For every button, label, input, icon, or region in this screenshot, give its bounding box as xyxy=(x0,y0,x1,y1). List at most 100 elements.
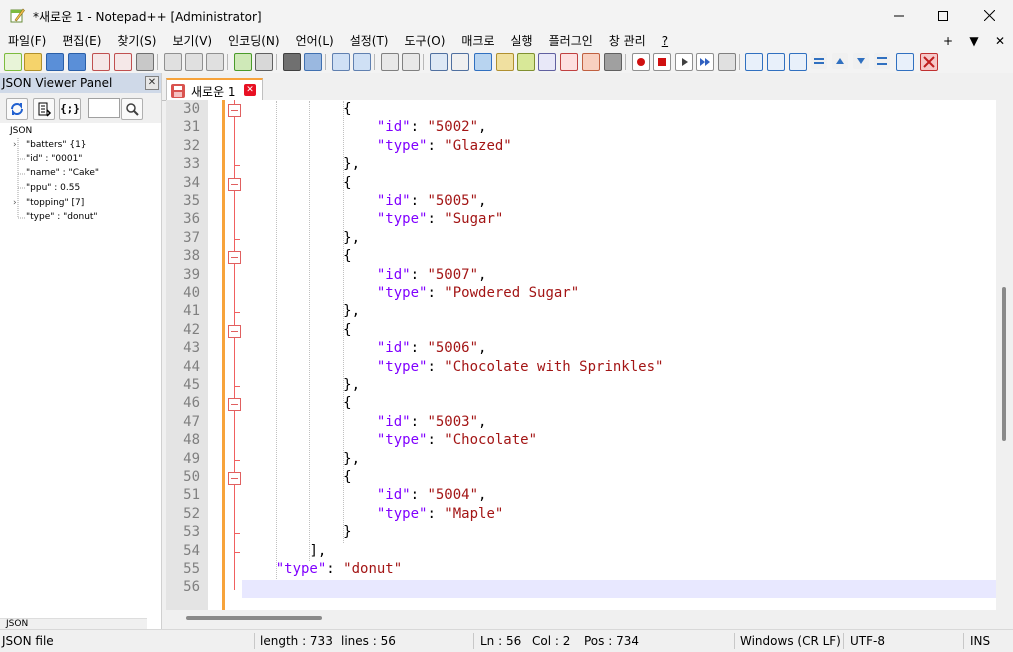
tree-item[interactable]: "topping" [7] xyxy=(26,196,84,210)
line-number: 39 xyxy=(183,266,200,283)
copy-icon[interactable] xyxy=(185,53,203,71)
tree-item[interactable]: "name" : "Cake" xyxy=(26,166,99,180)
menu-settings[interactable]: 설정(T) xyxy=(342,31,397,51)
plugin-icon-5[interactable] xyxy=(874,53,890,69)
tree-item[interactable]: "batters" {1} xyxy=(26,138,87,152)
move-up-icon[interactable] xyxy=(832,53,848,69)
plugin-icon-4[interactable] xyxy=(811,53,827,69)
menu-search[interactable]: 찾기(S) xyxy=(109,31,164,51)
cut-icon[interactable] xyxy=(164,53,182,71)
fold-toggle-icon[interactable] xyxy=(228,324,241,338)
menu-encoding[interactable]: 인코딩(N) xyxy=(220,31,287,51)
line-number: 53 xyxy=(183,524,200,541)
json-punctuation: }, xyxy=(343,303,361,320)
search-icon[interactable] xyxy=(121,98,143,120)
close-button[interactable] xyxy=(966,0,1012,31)
tab-close-button[interactable]: ✕ xyxy=(244,84,256,96)
monitoring-icon[interactable] xyxy=(604,53,622,71)
run-macro-multiple-icon[interactable] xyxy=(696,53,714,71)
show-all-chars-icon[interactable] xyxy=(451,53,469,71)
play-macro-icon[interactable] xyxy=(675,53,693,71)
save-all-icon[interactable] xyxy=(68,53,86,71)
chevron-right-icon[interactable]: › xyxy=(13,198,21,208)
find-icon[interactable] xyxy=(283,53,301,71)
zoom-out-icon[interactable] xyxy=(353,53,371,71)
menu-plugins[interactable]: 플러그인 xyxy=(541,31,601,51)
indent-guide-icon[interactable] xyxy=(474,53,492,71)
tree-item[interactable]: "id" : "0001" xyxy=(26,152,82,166)
fold-toggle-icon[interactable] xyxy=(228,398,241,412)
json-string: "Maple" xyxy=(444,505,504,522)
maximize-button[interactable] xyxy=(920,0,966,31)
panel-close-button[interactable]: ✕ xyxy=(145,76,159,90)
menu-tools[interactable]: 도구(O) xyxy=(397,31,454,51)
print-icon[interactable] xyxy=(136,53,154,71)
horizontal-scroll-thumb[interactable] xyxy=(186,616,322,620)
user-lang-icon[interactable] xyxy=(496,53,514,71)
plugin-icon-1[interactable] xyxy=(745,53,763,71)
fold-toggle-icon[interactable] xyxy=(228,177,241,191)
save-macro-icon[interactable] xyxy=(718,53,736,71)
status-encoding[interactable]: UTF-8 xyxy=(850,634,885,648)
tree-item[interactable]: "type" : "donut" xyxy=(26,210,98,224)
open-file-icon[interactable] xyxy=(24,53,42,71)
plugin-icon-6[interactable] xyxy=(896,53,914,71)
menu-help[interactable]: ? xyxy=(654,31,676,51)
tree-item[interactable]: "ppu" : 0.55 xyxy=(26,181,80,195)
status-eol[interactable]: Windows (CR LF) xyxy=(740,634,841,648)
fold-toggle-icon[interactable] xyxy=(228,104,241,117)
plugin-icon-7[interactable] xyxy=(920,53,938,71)
record-macro-icon[interactable] xyxy=(632,53,650,71)
undo-icon[interactable] xyxy=(234,53,252,71)
tree-root[interactable]: JSON xyxy=(10,124,32,138)
sync-vertical-icon[interactable] xyxy=(381,53,399,71)
braces-icon[interactable]: {;} xyxy=(59,98,81,120)
replace-icon[interactable] xyxy=(304,53,322,71)
status-insert-mode[interactable]: INS xyxy=(970,634,990,648)
close-all-icon[interactable] xyxy=(114,53,132,71)
code-editor[interactable]: 30 31 32 33 34 35 36 37 38 39 40 41 42 43 44 45 46 47 48 49… xyxy=(166,100,996,610)
refresh-icon[interactable] xyxy=(6,98,28,120)
chevron-right-icon[interactable]: › xyxy=(13,140,21,150)
new-tab-button[interactable]: + xyxy=(935,34,961,48)
json-key: "type" xyxy=(376,358,428,375)
paste-icon[interactable] xyxy=(206,53,224,71)
minimize-button[interactable] xyxy=(876,0,922,31)
redo-icon[interactable] xyxy=(255,53,273,71)
new-file-icon[interactable] xyxy=(4,53,22,71)
move-down-icon[interactable] xyxy=(853,53,869,69)
menu-view[interactable]: 보기(V) xyxy=(164,31,220,51)
menu-language[interactable]: 언어(L) xyxy=(288,31,342,51)
close-file-icon[interactable] xyxy=(92,53,110,71)
panel-search-input[interactable] xyxy=(88,98,120,118)
close-doc-button[interactable]: ✕ xyxy=(987,34,1013,48)
fold-toggle-icon[interactable] xyxy=(228,472,241,485)
tab-list-button[interactable]: ▼ xyxy=(961,34,987,48)
menu-run[interactable]: 실행 xyxy=(503,31,541,51)
zoom-in-icon[interactable] xyxy=(332,53,350,71)
json-punctuation: : xyxy=(410,119,428,136)
menu-file[interactable]: 파일(F) xyxy=(0,31,54,51)
function-list-icon[interactable] xyxy=(560,53,578,71)
stop-macro-icon[interactable] xyxy=(653,53,671,71)
word-wrap-icon[interactable] xyxy=(430,53,448,71)
format-icon[interactable] xyxy=(33,98,55,120)
folder-workspace-icon[interactable] xyxy=(582,53,600,71)
fold-toggle-icon[interactable] xyxy=(228,251,241,265)
menu-window[interactable]: 창 관리 xyxy=(601,31,654,51)
tab-active[interactable]: 새로운 1 ✕ xyxy=(166,78,263,102)
plugin-icon-3[interactable] xyxy=(789,53,807,71)
json-punctuation: , xyxy=(478,487,487,504)
save-icon[interactable] xyxy=(46,53,64,71)
json-punctuation: }, xyxy=(343,156,361,173)
sync-horizontal-icon[interactable] xyxy=(402,53,420,71)
json-key: "type" xyxy=(376,137,428,154)
menu-edit[interactable]: 편집(E) xyxy=(54,31,109,51)
menu-macro[interactable]: 매크로 xyxy=(453,31,502,51)
vertical-scroll-thumb[interactable] xyxy=(1002,287,1006,441)
doc-map-icon[interactable] xyxy=(517,53,535,71)
doc-list-icon[interactable] xyxy=(538,53,556,71)
status-separator xyxy=(254,633,255,649)
json-string: "5007" xyxy=(427,266,479,283)
plugin-icon-2[interactable] xyxy=(767,53,785,71)
